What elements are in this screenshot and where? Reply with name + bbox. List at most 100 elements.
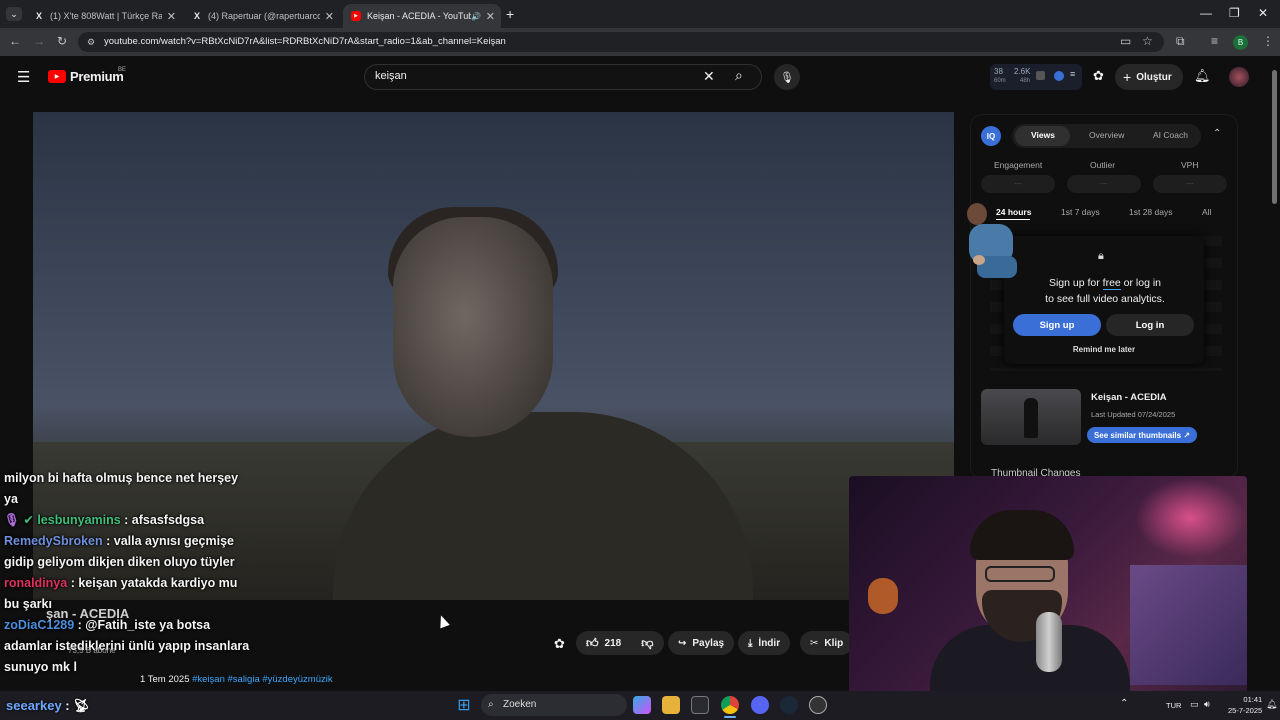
chat-username: lesbunyamins — [37, 513, 121, 527]
bookmark-star-icon[interactable]: ☆ — [1142, 34, 1153, 48]
video-figure-body — [333, 412, 753, 600]
site-info-icon[interactable]: ⚙ — [87, 32, 95, 52]
page-scrollbar[interactable] — [1272, 70, 1277, 204]
address-bar[interactable]: ⚙ youtube.com/watch?v=RBtXcNiD7rA&list=R… — [78, 32, 1164, 52]
tab-ai-coach[interactable]: AI Coach — [1153, 130, 1188, 140]
clip-button[interactable]: ✂ Klip — [800, 631, 854, 655]
extensions-icon[interactable]: ⧉ — [1176, 34, 1185, 49]
youtube-logo[interactable]: ▶ Premium — [48, 69, 124, 84]
input-language[interactable]: TUR — [1166, 701, 1181, 710]
create-button[interactable]: + Oluştur — [1115, 64, 1183, 90]
remind-later-link[interactable]: Remind me later — [1058, 345, 1150, 354]
signup-text: to see full video analytics. — [1045, 293, 1165, 305]
windows-start-icon[interactable]: ⊞ — [455, 696, 473, 714]
range-7d[interactable]: 1st 7 days — [1061, 207, 1100, 217]
stats-widget[interactable]: 38 60m 2.6K 48h ≡ — [990, 64, 1082, 90]
account-avatar[interactable] — [1229, 67, 1249, 87]
dislike-icon[interactable]: 👎︎ — [641, 636, 653, 651]
url-text: youtube.com/watch?v=RBtXcNiD7rA&list=RDR… — [104, 36, 506, 47]
views-unit: 60m — [994, 78, 1006, 84]
chrome-icon[interactable] — [721, 696, 739, 714]
close-tab-icon[interactable]: ✕ — [486, 10, 495, 23]
chat-username: ronaldinya — [4, 576, 68, 590]
extension-badge-icon[interactable]: ✿ — [1093, 68, 1104, 84]
metric-engagement-value: --- — [981, 175, 1055, 193]
minimize-icon[interactable]: — — [1200, 6, 1212, 20]
volume-icon[interactable]: 🔊︎ — [1204, 699, 1210, 710]
upload-date: 1 Tem 2025 — [140, 674, 190, 685]
tab-label: (1) X'te 808Watt | Türkçe Rap: "... — [50, 11, 162, 21]
clip-label: Klip — [824, 637, 844, 649]
chat-text: : afsasfsdgsa — [120, 513, 205, 527]
extension-icon[interactable]: ✿ — [554, 636, 565, 652]
range-all[interactable]: All — [1202, 207, 1211, 217]
search-icon: ⌕ — [488, 699, 494, 710]
chat-username: seearkey — [6, 698, 62, 713]
speaker-icon[interactable]: 🔊 — [471, 12, 481, 21]
tab-overview[interactable]: Overview — [1089, 130, 1124, 140]
iq-mini-icon — [1054, 71, 1064, 81]
close-window-icon[interactable]: ✕ — [1258, 6, 1268, 20]
share-button[interactable]: ↪ Paylaş — [668, 631, 735, 655]
see-similar-thumbnails-button[interactable]: See similar thumbnails ↗ — [1087, 427, 1197, 443]
login-button[interactable]: Log in — [1106, 314, 1194, 336]
hamburger-menu-icon[interactable]: ☰ — [17, 68, 30, 86]
active-app-indicator — [724, 716, 736, 718]
collapse-chevron-icon[interactable]: ⌃ — [1213, 128, 1221, 139]
download-button[interactable]: ⤓ İndir — [738, 631, 791, 655]
profile-avatar[interactable]: B — [1233, 35, 1248, 50]
range-28d[interactable]: 1st 28 days — [1129, 207, 1172, 217]
system-clock[interactable]: 01:41 25-7-2025 — [1228, 694, 1262, 716]
browser-tab-youtube[interactable]: ▶ Keişan - ACEDIA - YouTube 🔊 ✕ — [343, 4, 501, 28]
clear-search-icon[interactable]: ✕ — [703, 68, 715, 85]
tray-chevron-icon[interactable]: ⌃ — [1120, 698, 1128, 709]
download-label: İndir — [758, 637, 781, 649]
clock-date: 25-7-2025 — [1228, 706, 1263, 715]
close-tab-icon[interactable]: ✕ — [325, 10, 334, 23]
reading-list-icon[interactable]: ≡ — [1211, 34, 1218, 48]
reload-icon[interactable]: ↻ — [57, 34, 67, 48]
signup-text: or log in — [1120, 277, 1162, 289]
list-icon: ≡ — [1070, 69, 1076, 79]
copilot-icon[interactable] — [633, 696, 651, 714]
webcam-neon-light — [1135, 478, 1245, 558]
hashtags[interactable]: #keişan #saligia #yüzdeyüzmüzik — [192, 674, 332, 685]
notification-icon[interactable]: 🔔︎ — [1266, 699, 1277, 710]
metric-engagement-label: Engagement — [994, 160, 1043, 170]
cast-icon[interactable]: ▭ — [1120, 34, 1131, 48]
forward-icon[interactable]: → — [33, 34, 45, 48]
restore-icon[interactable]: ❐ — [1229, 6, 1240, 20]
network-icon[interactable]: ▭ — [1190, 699, 1199, 710]
signup-button[interactable]: Sign up — [1013, 314, 1101, 336]
store-icon[interactable] — [691, 696, 709, 714]
metric-outlier-label: Outlier — [1090, 160, 1116, 170]
chat-message: zoDiaC1289 : @Fatih_iste ya botsa adamla… — [4, 615, 254, 678]
search-input-value: keişan — [375, 70, 407, 82]
steam-icon[interactable] — [780, 696, 798, 714]
voice-search-icon[interactable]: 🎙 — [774, 64, 800, 90]
tab-search-button[interactable]: ⌄ — [6, 7, 22, 21]
webcam-bed — [1130, 565, 1247, 685]
obs-icon[interactable] — [809, 696, 827, 714]
like-button[interactable]: 👍︎ 218 👎︎ — [576, 631, 664, 655]
plus-icon: + — [1123, 69, 1132, 85]
back-icon[interactable]: ← — [9, 34, 21, 48]
browser-menu-icon[interactable]: ⋮ — [1262, 34, 1274, 48]
mic-badge-icon: 🎙︎ — [4, 513, 20, 527]
browser-tab-x-rapertuar[interactable]: X (4) Rapertuar (@rapertuarcom) / X ✕ — [184, 4, 340, 28]
new-tab-button[interactable]: + — [506, 6, 514, 22]
notifications-bell-icon[interactable]: 🔔︎ — [1194, 68, 1211, 84]
youtube-favicon-icon: ▶ — [351, 11, 361, 21]
browser-tab-x-808watt[interactable]: X (1) X'te 808Watt | Türkçe Rap: "... ✕ — [26, 4, 182, 28]
stream-chat-overlay: milyon bi hafta olmuş bence net herşey y… — [4, 468, 254, 678]
taskbar-search-label: Zoeken — [503, 699, 537, 710]
free-link[interactable]: free — [1102, 277, 1121, 290]
search-icon[interactable]: ⌕ — [735, 67, 743, 84]
x-logo-icon: X — [35, 11, 42, 21]
close-tab-icon[interactable]: ✕ — [167, 10, 176, 23]
file-explorer-icon[interactable] — [662, 696, 680, 714]
discord-icon[interactable] — [751, 696, 769, 714]
taskbar-search[interactable]: ⌕ Zoeken — [481, 694, 627, 716]
thumbnail-figure — [1024, 398, 1038, 438]
tab-views[interactable]: Views — [1031, 130, 1055, 140]
